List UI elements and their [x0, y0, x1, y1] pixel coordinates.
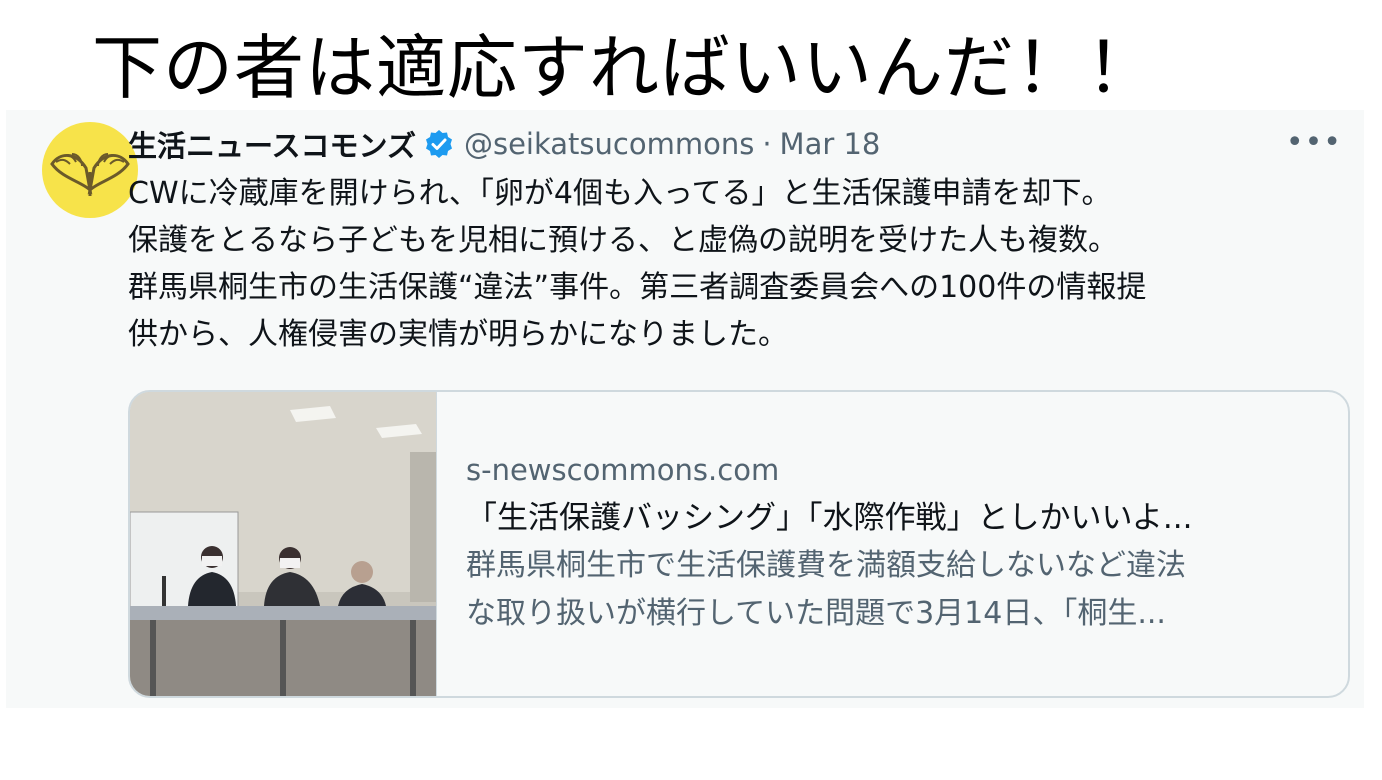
- card-description-line: な取り扱いが横行していた問題で3月14日、「桐生...: [466, 596, 1166, 631]
- handle[interactable]: @seikatsucommons: [464, 127, 754, 161]
- tweet-text-line: 群馬県桐生市の生活保護“違法”事件。第三者調査委員会への100件の情報提: [128, 270, 1147, 305]
- tweet-header: 生活ニュースコモンズ @seikatsucommons · Mar 18: [128, 122, 880, 166]
- more-options-icon[interactable]: •••: [1286, 128, 1342, 158]
- card-description-line: 群馬県桐生市で生活保護費を満額支給しないなど違法: [466, 548, 1186, 583]
- card-photo[interactable]: [130, 392, 437, 696]
- tweet-text-line: CWに冷蔵庫を開けられ、「卵が4個も入ってる」と生活保護申請を却下。: [128, 176, 1112, 211]
- verified-badge-icon: [424, 129, 454, 159]
- card-title[interactable]: 「生活保護バッシング」「水際作戦」としかいいよ...: [466, 494, 1326, 542]
- card-domain: s-newscommons.com: [466, 453, 780, 487]
- card-description: 群馬県桐生市で生活保護費を満額支給しないなど違法 な取り扱いが横行していた問題で…: [466, 542, 1326, 638]
- separator-dot: ·: [762, 127, 772, 161]
- avatar[interactable]: [42, 122, 138, 218]
- display-name[interactable]: 生活ニュースコモンズ: [128, 123, 416, 165]
- tweet-text-line: 供から、人権侵害の実情が明らかになりました。: [128, 317, 788, 352]
- card-text: s-newscommons.com 「生活保護バッシング」「水際作戦」としかいい…: [466, 450, 1326, 638]
- link-preview-card[interactable]: s-newscommons.com 「生活保護バッシング」「水際作戦」としかいい…: [128, 390, 1350, 698]
- press-conference-photo: [130, 392, 436, 696]
- tweet[interactable]: 生活ニュースコモンズ @seikatsucommons · Mar 18 •••…: [6, 110, 1364, 708]
- tweet-text-line: 保護をとるなら子どもを児相に預ける、と虚偽の説明を受けた人も複数。: [128, 223, 1118, 258]
- meme-caption: 下の者は適応すればいいんだ！！: [92, 27, 1157, 109]
- tweet-text: CWに冷蔵庫を開けられ、「卵が4個も入ってる」と生活保護申請を却下。 保護をとる…: [128, 170, 1346, 358]
- ginkgo-leaf-logo: [50, 153, 130, 196]
- tweet-date[interactable]: Mar 18: [780, 127, 881, 161]
